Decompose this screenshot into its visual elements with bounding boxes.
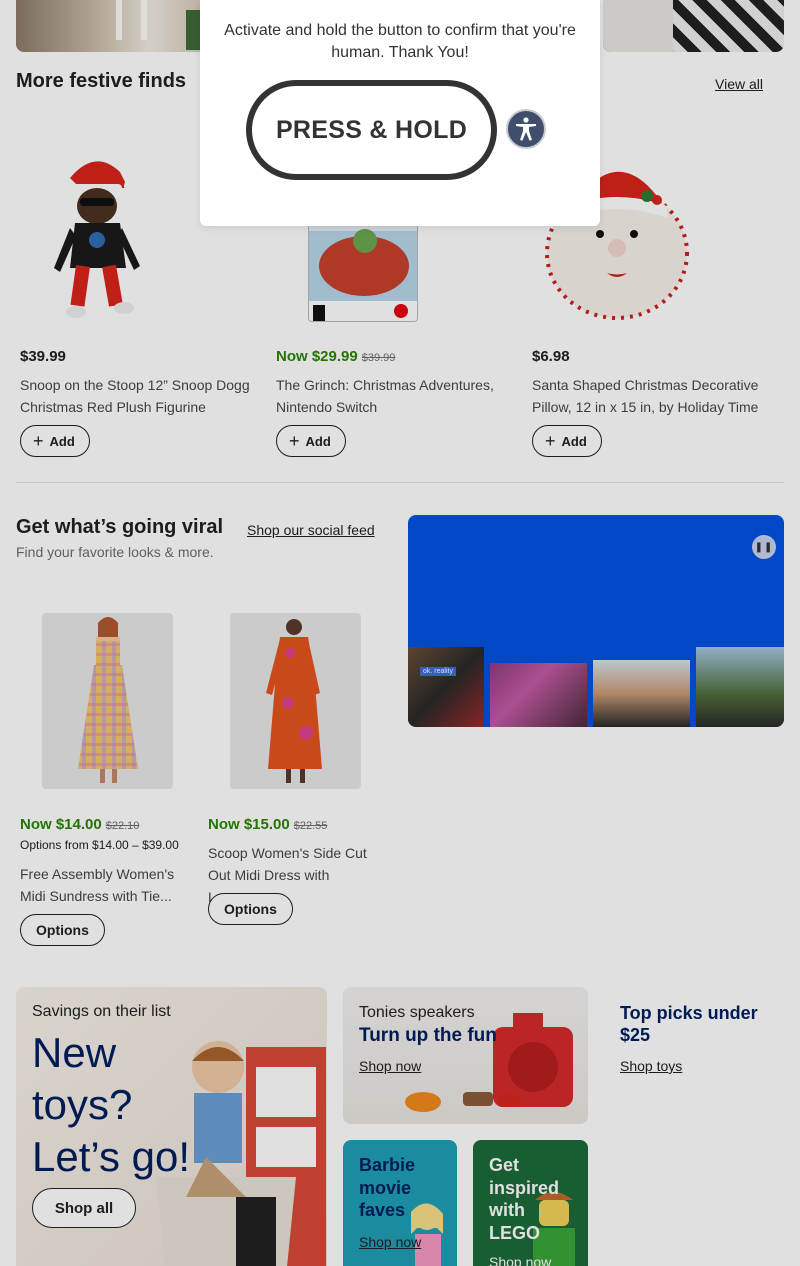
verification-message: Activate and hold the button to confirm … [224,22,576,61]
press-and-hold-button[interactable]: PRESS & HOLD [246,80,497,180]
page: More festive finds View all $39.99 Snoop… [0,0,800,1266]
accessibility-button[interactable] [506,109,546,149]
human-verification-modal: Activate and hold the button to confirm … [200,0,600,226]
accessibility-icon [516,117,536,141]
